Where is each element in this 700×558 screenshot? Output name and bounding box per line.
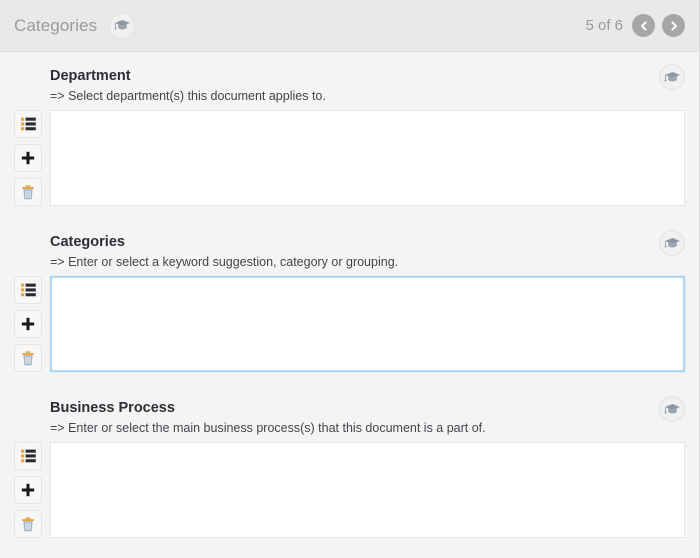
- field-label: Categories: [50, 234, 125, 250]
- field-hint: => Select department(s) this document ap…: [50, 89, 326, 103]
- field-help-button[interactable]: [659, 396, 685, 422]
- field-hint: => Enter or select a keyword suggestion,…: [50, 255, 399, 269]
- field-hint: => Enter or select the main business pro…: [50, 421, 486, 435]
- trash-icon: [22, 184, 34, 199]
- chevron-left-icon: [640, 20, 647, 31]
- field-section-department: Department => Select department(s) this …: [0, 60, 699, 206]
- field-label: Business Process: [50, 400, 175, 416]
- field-header: Categories => Enter or select a keyword …: [0, 226, 699, 271]
- chevron-right-icon: [670, 20, 677, 31]
- add-button[interactable]: [14, 144, 42, 172]
- add-button[interactable]: [14, 476, 42, 504]
- next-record-button[interactable]: [662, 14, 685, 37]
- list-picker-button[interactable]: [14, 276, 42, 304]
- header-help-button[interactable]: [109, 12, 136, 39]
- section-divider: [0, 206, 699, 226]
- categories-panel: Categories 5 of 6 Department => Select d…: [0, 0, 700, 558]
- field-row: [0, 110, 699, 206]
- trash-icon: [22, 516, 34, 531]
- list-icon: [20, 283, 36, 297]
- field-label: Department: [50, 68, 131, 84]
- tool-column: [14, 442, 42, 538]
- panel-body: Department => Select department(s) this …: [0, 52, 699, 538]
- plus-icon: [21, 151, 35, 165]
- list-picker-button[interactable]: [14, 442, 42, 470]
- field-help-button[interactable]: [659, 230, 685, 256]
- section-divider: [0, 372, 699, 392]
- panel-header: Categories 5 of 6: [0, 0, 699, 52]
- plus-icon: [21, 483, 35, 497]
- graduation-cap-icon[interactable]: [659, 64, 685, 90]
- pager-count: 5 of 6: [585, 17, 623, 34]
- graduation-cap-icon[interactable]: [659, 396, 685, 422]
- tool-column: [14, 110, 42, 206]
- graduation-cap-icon[interactable]: [659, 230, 685, 256]
- field-header: Business Process => Enter or select the …: [0, 392, 699, 437]
- field-help-button[interactable]: [659, 64, 685, 90]
- graduation-cap-icon[interactable]: [109, 12, 136, 39]
- list-icon: [20, 117, 36, 131]
- tool-column: [14, 276, 42, 372]
- categories-input[interactable]: [50, 276, 685, 372]
- business-process-input[interactable]: [50, 442, 685, 538]
- delete-button[interactable]: [14, 178, 42, 206]
- list-icon: [20, 449, 36, 463]
- field-row: [0, 276, 699, 372]
- field-section-categories: Categories => Enter or select a keyword …: [0, 226, 699, 372]
- delete-button[interactable]: [14, 510, 42, 538]
- prev-record-button[interactable]: [632, 14, 655, 37]
- list-picker-button[interactable]: [14, 110, 42, 138]
- field-row: [0, 442, 699, 538]
- plus-icon: [21, 317, 35, 331]
- delete-button[interactable]: [14, 344, 42, 372]
- field-header: Department => Select department(s) this …: [0, 60, 699, 105]
- pager: 5 of 6: [585, 14, 685, 37]
- page-title: Categories: [14, 15, 98, 35]
- add-button[interactable]: [14, 310, 42, 338]
- field-section-business-process: Business Process => Enter or select the …: [0, 392, 699, 538]
- trash-icon: [22, 350, 34, 365]
- department-input[interactable]: [50, 110, 685, 206]
